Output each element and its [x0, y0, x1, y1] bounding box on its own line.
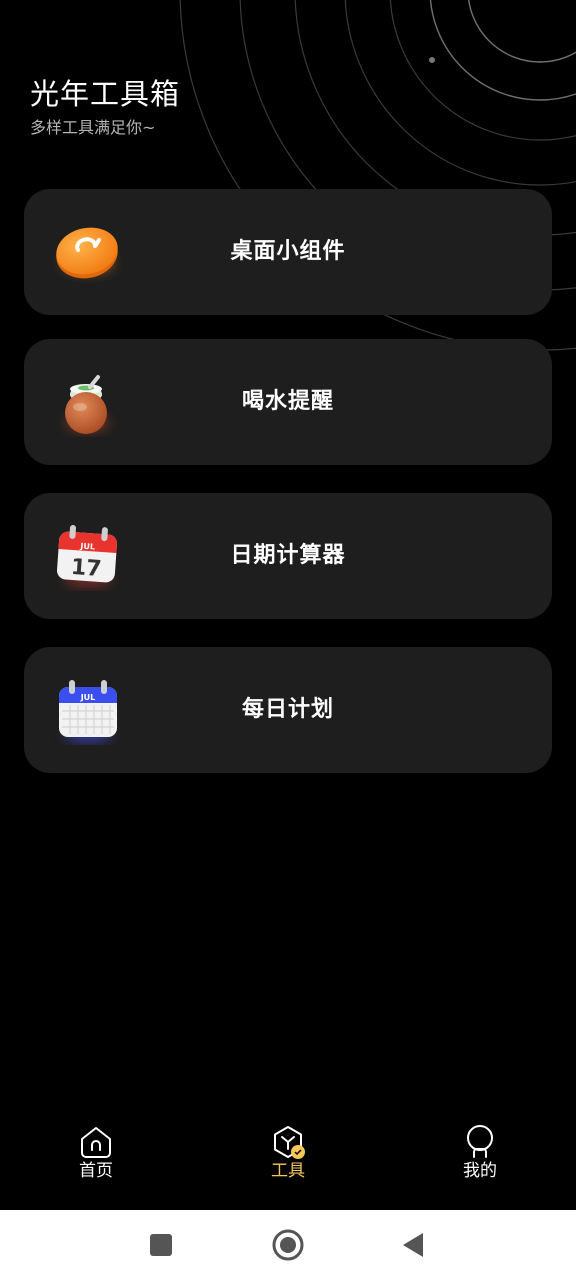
- profile-icon: [467, 1125, 493, 1158]
- home-circle-icon: [272, 1229, 304, 1261]
- tab-label: 首页: [79, 1161, 113, 1181]
- tool-card-water-reminder[interactable]: 喝水提醒: [24, 339, 552, 465]
- back-icon: [403, 1233, 423, 1257]
- home-icon: [81, 1127, 111, 1158]
- page-header: 光年工具箱 多样工具满足你~: [30, 76, 180, 138]
- calendar-day-text: 17: [70, 555, 102, 582]
- app-title: 光年工具箱: [30, 77, 181, 111]
- bottom-tab-bar: 首页 工具 我的: [0, 1110, 576, 1210]
- tool-card-label: 每日计划: [241, 697, 334, 722]
- toolbox-icon: [274, 1126, 305, 1159]
- tea-jar-icon: [52, 367, 122, 437]
- red-calendar-icon: JUL 17: [52, 521, 122, 591]
- tab-label: 我的: [463, 1161, 497, 1181]
- system-navigation-bar: [0, 1210, 576, 1280]
- tool-card-date-calculator[interactable]: JUL 17 日期计算器: [24, 493, 552, 619]
- calendar-month-text: JUL: [80, 693, 96, 702]
- tab-profile[interactable]: 我的: [420, 1124, 540, 1196]
- tool-card-label: 喝水提醒: [241, 389, 334, 414]
- blue-calendar-icon: JUL: [52, 675, 122, 745]
- home-button[interactable]: [270, 1227, 306, 1263]
- back-button[interactable]: [395, 1227, 431, 1263]
- tab-tools[interactable]: 工具: [228, 1124, 348, 1196]
- recents-icon: [150, 1234, 172, 1256]
- tool-card-desktop-widget[interactable]: 桌面小组件: [24, 189, 552, 315]
- tool-card-label: 桌面小组件: [230, 239, 346, 264]
- tab-label: 工具: [271, 1161, 305, 1181]
- app-subtitle: 多样工具满足你~: [30, 118, 156, 137]
- calendar-month-text: JUL: [79, 541, 95, 551]
- orange-disc-icon: [52, 217, 122, 287]
- tool-card-daily-plan[interactable]: JUL 每日计划: [24, 647, 552, 773]
- recents-button[interactable]: [143, 1227, 179, 1263]
- tab-home[interactable]: 首页: [36, 1124, 156, 1196]
- tool-card-label: 日期计算器: [230, 543, 346, 568]
